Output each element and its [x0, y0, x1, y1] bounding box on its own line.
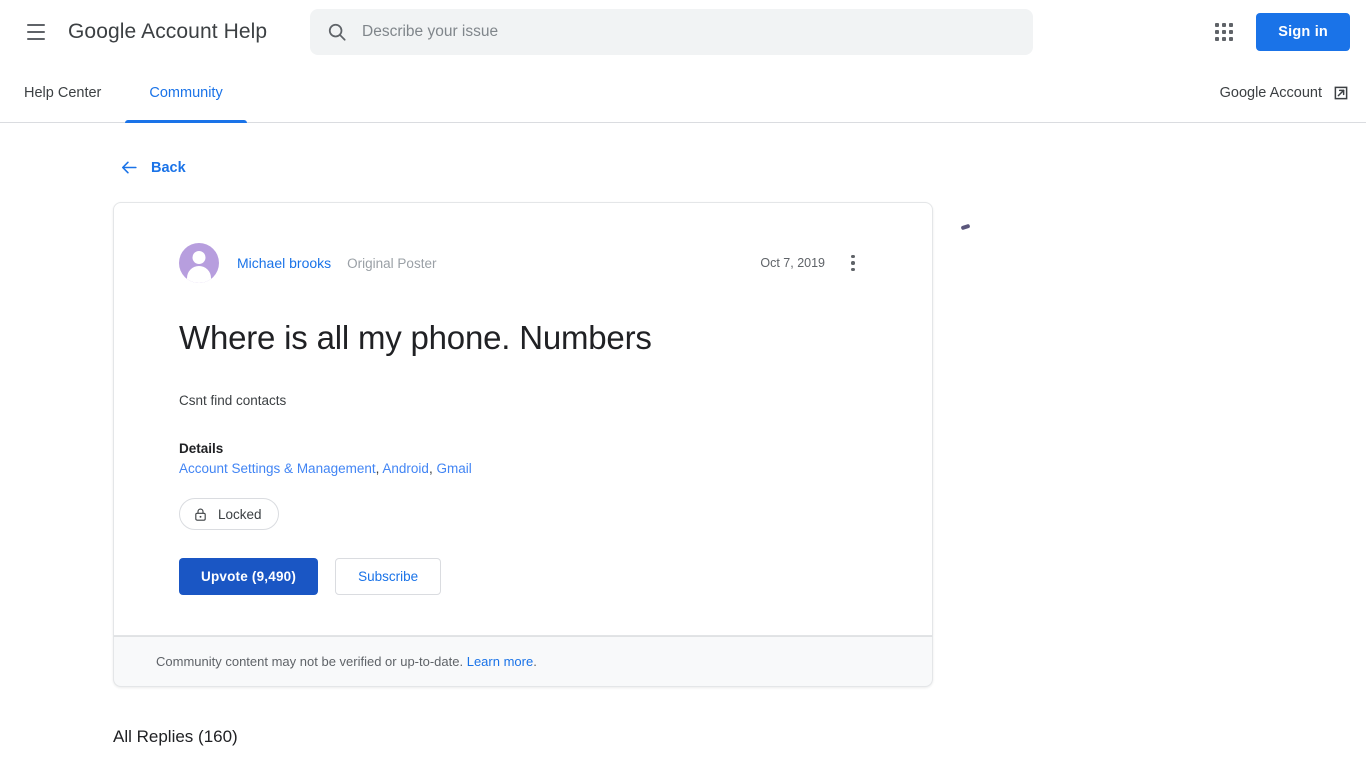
- page-title: Google Account Help: [68, 20, 268, 43]
- disclaimer-trailing: .: [533, 654, 537, 670]
- more-vert-icon[interactable]: [839, 249, 867, 277]
- original-post-card: Michael brooks Original Poster Oct 7, 20…: [113, 202, 933, 637]
- tab-help-center[interactable]: Help Center: [0, 64, 125, 122]
- details-label: Details: [179, 441, 224, 457]
- status-badge-label: Locked: [218, 506, 262, 522]
- nav-tabs: Help Center Community: [0, 64, 248, 123]
- thread-card-wrapper: Michael brooks Original Poster Oct 7, 20…: [113, 202, 933, 688]
- lock-icon: [195, 508, 206, 521]
- hamburger-menu-icon[interactable]: [12, 8, 60, 56]
- community-disclaimer: Community content may not be verified or…: [113, 636, 933, 688]
- details-link-android[interactable]: Android: [382, 461, 429, 476]
- disclaimer-text: Community content may not be verified or…: [156, 654, 464, 670]
- search-icon: [328, 23, 346, 41]
- person-avatar-icon: [179, 243, 219, 283]
- all-replies-heading: All Replies (160): [113, 727, 238, 747]
- google-account-link[interactable]: Google Account: [1220, 84, 1350, 102]
- google-account-link-label: Google Account: [1219, 85, 1322, 101]
- topbar-right-actions: Sign in: [1204, 0, 1350, 64]
- post-body: Csnt find contacts: [179, 392, 287, 408]
- page-content: Back Michael brooks Original Poster Oct …: [0, 123, 1366, 748]
- upvote-button[interactable]: Upvote (9,490): [179, 558, 319, 596]
- search-bar[interactable]: [310, 9, 1033, 55]
- back-link[interactable]: Back: [120, 158, 186, 177]
- apps-grid-icon[interactable]: [1204, 12, 1244, 52]
- post-title: Where is all my phone. Numbers: [179, 319, 652, 356]
- learn-more-link[interactable]: Learn more: [467, 654, 533, 669]
- post-actions: Upvote (9,490) Subscribe: [179, 558, 867, 596]
- details-link-account-settings[interactable]: Account Settings & Management: [179, 461, 376, 476]
- post-date: Oct 7, 2019: [760, 256, 825, 270]
- top-app-bar: Google Account Help Sign in: [0, 0, 1366, 64]
- post-author-name[interactable]: Michael brooks: [237, 255, 331, 271]
- secondary-nav: Help Center Community Google Account: [0, 64, 1366, 123]
- original-poster-badge: Original Poster: [347, 255, 437, 271]
- subscribe-button[interactable]: Subscribe: [335, 558, 442, 596]
- post-header: Michael brooks Original Poster Oct 7, 20…: [179, 241, 867, 285]
- status-badge: Locked: [179, 498, 279, 531]
- post-header-right: Oct 7, 2019: [760, 249, 867, 277]
- external-link-icon: [1334, 86, 1348, 100]
- arrow-left-icon: [121, 161, 137, 174]
- back-link-label: Back: [151, 159, 186, 176]
- tab-community[interactable]: Community: [125, 64, 248, 123]
- details-links: Account Settings & Management, Android, …: [179, 461, 867, 476]
- loading-spinner-artifact: [959, 220, 973, 234]
- details-link-gmail[interactable]: Gmail: [436, 461, 471, 476]
- sign-in-button[interactable]: Sign in: [1256, 13, 1350, 51]
- search-input[interactable]: [362, 23, 1017, 41]
